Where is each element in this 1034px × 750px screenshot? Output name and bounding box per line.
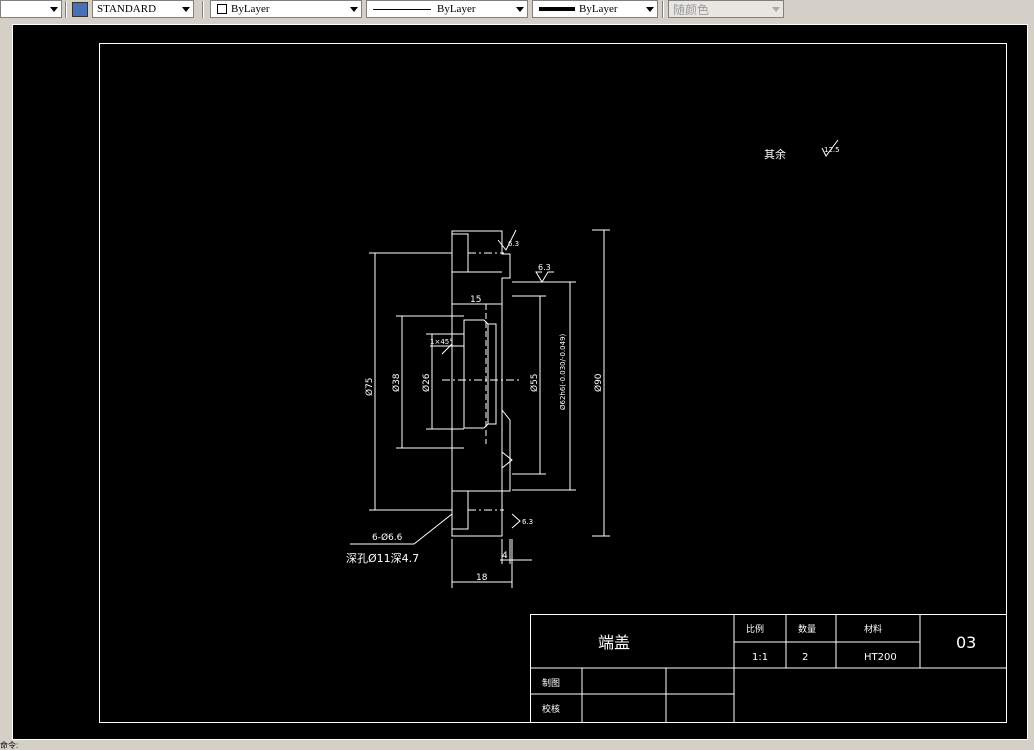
drawing-area[interactable]: 其余 12.5 6.3 6.3 6.3 15 Ø75 Ø38 Ø26 1×45°… bbox=[0, 20, 1034, 742]
roughness-step: 6.3 bbox=[538, 263, 551, 272]
roughness-symbol-bottom bbox=[511, 513, 521, 529]
dim-90-label: Ø90 bbox=[593, 373, 604, 392]
flange-outline bbox=[501, 277, 510, 492]
dim-75 bbox=[369, 252, 452, 511]
lineweight-sample-icon bbox=[539, 7, 575, 11]
toolbar-separator bbox=[202, 1, 204, 18]
dim-18-label: 18 bbox=[476, 573, 488, 583]
lineweight-value: ByLayer bbox=[579, 3, 618, 15]
layer-dropdown[interactable]: ByLayer bbox=[210, 0, 362, 18]
text-style-dropdown[interactable]: STANDARD bbox=[92, 0, 194, 18]
linetype-dropdown[interactable]: ByLayer bbox=[366, 0, 528, 18]
dim-55-label: Ø55 bbox=[529, 373, 540, 392]
layer-value: ByLayer bbox=[231, 3, 270, 15]
model-space[interactable]: 其余 12.5 6.3 6.3 6.3 15 Ø75 Ø38 Ø26 1×45°… bbox=[12, 24, 1028, 740]
scale-label: 比例 bbox=[746, 623, 764, 635]
roughness-symbol-step bbox=[535, 271, 554, 283]
text-style-value: STANDARD bbox=[97, 3, 157, 15]
chevron-down-icon bbox=[516, 7, 524, 12]
hole-note: 6-Ø6.6 bbox=[372, 532, 403, 543]
qty-label: 数量 bbox=[798, 623, 816, 635]
top-hole bbox=[451, 233, 469, 273]
toolbar-separator bbox=[662, 1, 664, 18]
lineweight-dropdown[interactable]: ByLayer bbox=[532, 0, 658, 18]
chevron-down-icon bbox=[350, 7, 358, 12]
properties-toolbar: STANDARD ByLayer ByLayer ByLayer 随颜色 bbox=[0, 0, 1034, 21]
toolbar-separator bbox=[65, 1, 67, 18]
chevron-down-icon bbox=[50, 7, 58, 12]
checked-label: 校核 bbox=[542, 703, 560, 715]
qty-value: 2 bbox=[802, 652, 808, 663]
text-style-icon[interactable] bbox=[72, 2, 88, 17]
surface-note: 其余 bbox=[764, 147, 786, 161]
material-value: HT200 bbox=[864, 652, 897, 663]
color-swatch-icon bbox=[217, 4, 227, 14]
dim-angle-label: 1×45° bbox=[430, 338, 453, 346]
hub-outline bbox=[463, 319, 489, 429]
linetype-sample-icon bbox=[373, 9, 431, 10]
bottom-hole bbox=[451, 490, 469, 530]
prev-dropdown[interactable] bbox=[0, 0, 62, 18]
dim-38-label: Ø38 bbox=[391, 373, 402, 392]
dim-62-label: Ø62h6(-0.030/-0.049) bbox=[559, 333, 567, 410]
command-prompt: 命令: bbox=[0, 741, 19, 750]
part-outline bbox=[451, 230, 511, 537]
chevron-down-icon bbox=[772, 7, 780, 12]
hole-note-2: 深孔Ø11深4.7 bbox=[346, 552, 419, 565]
cad-drawing: 其余 12.5 6.3 6.3 6.3 15 Ø75 Ø38 Ø26 1×45°… bbox=[12, 24, 1028, 740]
scale-value: 1:1 bbox=[752, 652, 768, 663]
part-name: 端盖 bbox=[598, 633, 630, 652]
color-value: 随颜色 bbox=[673, 3, 710, 17]
chevron-down-icon bbox=[646, 7, 654, 12]
roughness-bottom: 6.3 bbox=[522, 518, 533, 526]
command-line[interactable]: 命令: bbox=[0, 742, 1034, 750]
inner-frame bbox=[99, 43, 1007, 723]
surface-value: 12.5 bbox=[824, 146, 840, 154]
material-label: 材料 bbox=[864, 623, 882, 635]
chevron-down-icon bbox=[182, 7, 190, 12]
dim-15-label: 15 bbox=[470, 295, 481, 305]
linetype-value: ByLayer bbox=[437, 3, 476, 15]
drawn-label: 制图 bbox=[542, 677, 560, 689]
dim-55 bbox=[512, 295, 546, 475]
hub-side bbox=[488, 323, 497, 425]
drawing-number: 03 bbox=[956, 633, 976, 652]
dim-4-label: 4 bbox=[502, 551, 508, 561]
dim-26-label: Ø26 bbox=[421, 373, 432, 392]
color-dropdown[interactable]: 随颜色 bbox=[668, 0, 784, 18]
dim-75-label: Ø75 bbox=[364, 377, 375, 396]
roughness-top: 6.3 bbox=[508, 240, 519, 248]
